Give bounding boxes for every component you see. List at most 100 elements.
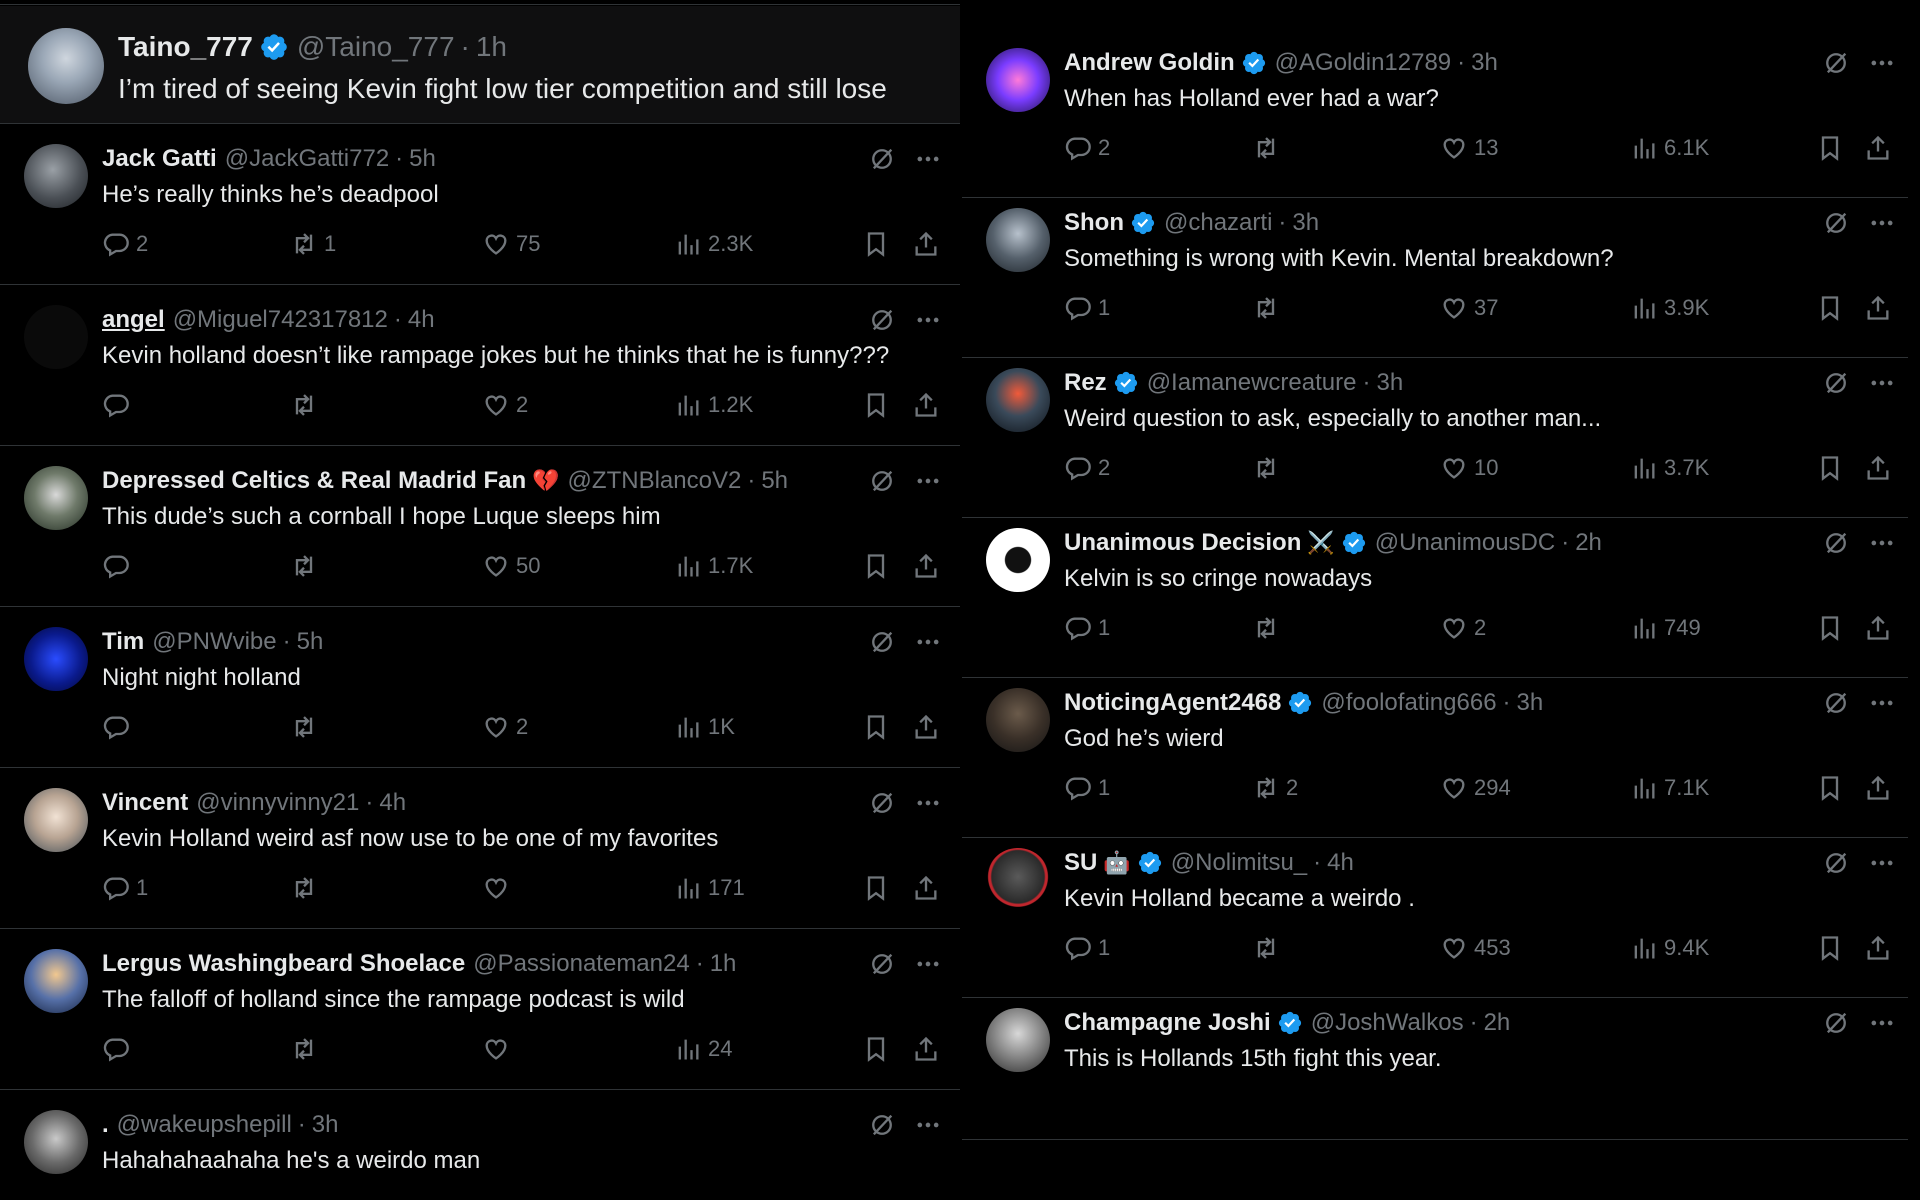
- more-icon[interactable]: [914, 789, 942, 817]
- reply-button[interactable]: 2: [1064, 454, 1110, 482]
- post-time[interactable]: 4h: [408, 305, 435, 335]
- author-name[interactable]: Depressed Celtics & Real Madrid Fan: [102, 466, 526, 496]
- bookmark-button[interactable]: [1816, 294, 1844, 322]
- repost-button[interactable]: 1: [290, 230, 336, 258]
- grok-icon[interactable]: [1822, 689, 1850, 717]
- grok-icon[interactable]: [1822, 49, 1850, 77]
- more-icon[interactable]: [1868, 689, 1896, 717]
- author-handle[interactable]: @JackGatti772: [225, 144, 389, 174]
- author-name[interactable]: SU: [1064, 848, 1097, 878]
- avatar[interactable]: [986, 48, 1050, 112]
- repost-button[interactable]: [1252, 934, 1286, 962]
- bookmark-button[interactable]: [1816, 774, 1844, 802]
- avatar[interactable]: [24, 949, 88, 1013]
- post-time[interactable]: 3h: [1517, 688, 1544, 718]
- author-name[interactable]: Rez: [1064, 368, 1107, 398]
- views-button[interactable]: 3.7K: [1630, 454, 1709, 482]
- share-button[interactable]: [912, 552, 940, 580]
- bookmark-button[interactable]: [1816, 934, 1844, 962]
- author-name[interactable]: Unanimous Decision: [1064, 528, 1301, 558]
- post-time[interactable]: 4h: [379, 788, 406, 818]
- avatar[interactable]: [986, 528, 1050, 592]
- share-button[interactable]: [912, 391, 940, 419]
- post-time[interactable]: 1h: [476, 30, 507, 64]
- grok-icon[interactable]: [1822, 849, 1850, 877]
- author-handle[interactable]: @PNWvibe: [152, 627, 276, 657]
- repost-button[interactable]: 2: [1252, 774, 1298, 802]
- avatar[interactable]: [28, 28, 104, 104]
- reply-button[interactable]: [102, 552, 136, 580]
- author-name[interactable]: Vincent: [102, 788, 188, 818]
- grok-icon[interactable]: [1822, 369, 1850, 397]
- avatar[interactable]: [24, 466, 88, 530]
- reply-button[interactable]: [102, 1035, 136, 1063]
- author-name[interactable]: Tim: [102, 627, 144, 657]
- bookmark-button[interactable]: [1816, 614, 1844, 642]
- like-button[interactable]: 2: [482, 391, 528, 419]
- grok-icon[interactable]: [868, 145, 896, 173]
- author-name[interactable]: Andrew Goldin: [1064, 48, 1235, 78]
- author-name[interactable]: Champagne Joshi: [1064, 1008, 1271, 1038]
- share-button[interactable]: [1864, 614, 1892, 642]
- grok-icon[interactable]: [868, 467, 896, 495]
- share-button[interactable]: [1864, 934, 1892, 962]
- reply-post[interactable]: Jack Gatti @JackGatti772 · 5h He’s really…: [0, 124, 960, 285]
- grok-icon[interactable]: [868, 950, 896, 978]
- like-button[interactable]: 453: [1440, 934, 1511, 962]
- post-time[interactable]: 3h: [1471, 48, 1498, 78]
- views-button[interactable]: 1K: [674, 713, 735, 741]
- grok-icon[interactable]: [1822, 529, 1850, 557]
- author-handle[interactable]: @Iamanewcreature: [1147, 368, 1357, 398]
- repost-button[interactable]: [290, 1035, 324, 1063]
- views-button[interactable]: 1.2K: [674, 391, 753, 419]
- author-handle[interactable]: @JoshWalkos: [1311, 1008, 1464, 1038]
- post-time[interactable]: 5h: [409, 144, 436, 174]
- author-handle[interactable]: @Miguel742317812: [173, 305, 388, 335]
- reply-post[interactable]: angel @Miguel742317812 · 4h Kevin holland…: [0, 285, 960, 446]
- share-button[interactable]: [1864, 294, 1892, 322]
- repost-button[interactable]: [1252, 614, 1286, 642]
- views-button[interactable]: 3.9K: [1630, 294, 1709, 322]
- author-name[interactable]: Jack Gatti: [102, 144, 217, 174]
- repost-button[interactable]: [290, 391, 324, 419]
- more-icon[interactable]: [914, 145, 942, 173]
- focus-post[interactable]: Taino_777 @Taino_777 · 1h I’m tired of s…: [0, 6, 960, 124]
- author-handle[interactable]: @Passionateman24: [473, 949, 690, 979]
- reply-button[interactable]: 1: [1064, 614, 1110, 642]
- author-handle[interactable]: @Nolimitsu_: [1171, 848, 1307, 878]
- views-button[interactable]: 171: [674, 874, 745, 902]
- avatar[interactable]: [986, 1008, 1050, 1072]
- repost-button[interactable]: [1252, 454, 1286, 482]
- bookmark-button[interactable]: [862, 713, 890, 741]
- like-button[interactable]: [482, 874, 516, 902]
- reply-post[interactable]: Lergus Washingbeard Shoelace @Passionatem…: [0, 929, 960, 1090]
- author-handle[interactable]: @AGoldin12789: [1275, 48, 1451, 78]
- bookmark-button[interactable]: [862, 552, 890, 580]
- reply-button[interactable]: 1: [1064, 934, 1110, 962]
- reply-post[interactable]: Shon @chazarti · 3h Something is wrong wi…: [962, 198, 1908, 358]
- more-icon[interactable]: [914, 628, 942, 656]
- share-button[interactable]: [1864, 134, 1892, 162]
- author-name[interactable]: Shon: [1064, 208, 1124, 238]
- more-icon[interactable]: [914, 1111, 942, 1139]
- author-name[interactable]: Taino_777: [118, 30, 253, 64]
- grok-icon[interactable]: [868, 628, 896, 656]
- more-icon[interactable]: [1868, 1009, 1896, 1037]
- views-button[interactable]: 2.3K: [674, 230, 753, 258]
- share-button[interactable]: [912, 713, 940, 741]
- author-handle[interactable]: @foolofating666: [1321, 688, 1496, 718]
- reply-post[interactable]: . @wakeupshepill · 3h Hahahahaahaha he's …: [0, 1090, 960, 1200]
- post-time[interactable]: 2h: [1575, 528, 1602, 558]
- reply-button[interactable]: 2: [1064, 134, 1110, 162]
- reply-post[interactable]: Tim @PNWvibe · 5h Night night holland 2 1…: [0, 607, 960, 768]
- avatar[interactable]: [24, 305, 88, 369]
- views-button[interactable]: 9.4K: [1630, 934, 1709, 962]
- repost-button[interactable]: [1252, 294, 1286, 322]
- share-button[interactable]: [1864, 454, 1892, 482]
- author-handle[interactable]: @chazarti: [1164, 208, 1272, 238]
- reply-button[interactable]: 2: [102, 230, 148, 258]
- reply-post[interactable]: NoticingAgent2468 @foolofating666 · 3h Go…: [962, 678, 1908, 838]
- post-time[interactable]: 3h: [312, 1110, 339, 1140]
- views-button[interactable]: 7.1K: [1630, 774, 1709, 802]
- reply-button[interactable]: 1: [1064, 294, 1110, 322]
